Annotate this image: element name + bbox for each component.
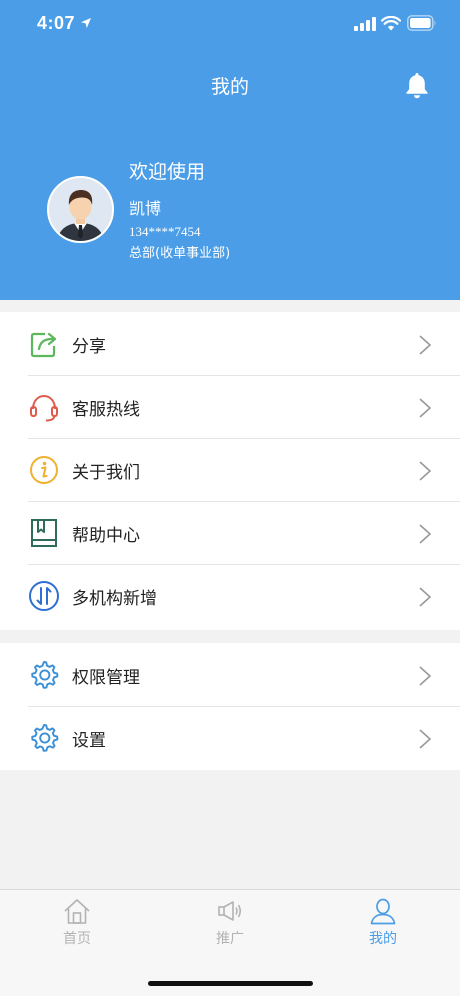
user-name: 凯博 bbox=[129, 199, 162, 218]
menu-card-secondary: 权限管理 设置 bbox=[0, 643, 460, 770]
signal-icon bbox=[354, 17, 376, 31]
info-icon bbox=[30, 456, 58, 484]
menu-item-about[interactable]: 关于我们 bbox=[0, 438, 460, 501]
avatar[interactable] bbox=[47, 176, 114, 243]
chevron-right-icon bbox=[419, 398, 432, 418]
menu-item-help[interactable]: 帮助中心 bbox=[0, 501, 460, 564]
megaphone-icon bbox=[218, 901, 242, 921]
chevron-right-icon bbox=[419, 461, 432, 481]
menu-label-settings: 设置 bbox=[72, 731, 106, 751]
menu-item-settings[interactable]: 设置 bbox=[0, 706, 460, 769]
profile-header: 4:07 我的 欢迎使用 凯博 134****7454 总部(收单事业部) bbox=[0, 0, 460, 300]
home-indicator[interactable] bbox=[148, 981, 313, 986]
user-icon bbox=[370, 898, 396, 925]
welcome-text: 欢迎使用 bbox=[129, 161, 206, 183]
share-icon bbox=[30, 332, 57, 358]
menu-label-help: 帮助中心 bbox=[72, 526, 140, 546]
tab-promotion[interactable]: 推广 bbox=[190, 896, 270, 952]
wifi-icon bbox=[381, 16, 401, 31]
menu-item-multi-org[interactable]: 多机构新增 bbox=[0, 564, 460, 627]
menu-item-hotline[interactable]: 客服热线 bbox=[0, 375, 460, 438]
menu-card-primary: 分享 客服热线 关于我们 帮助中心 多机构新增 bbox=[0, 312, 460, 630]
gear-icon bbox=[31, 724, 59, 752]
tab-label-promotion: 推广 bbox=[216, 931, 244, 947]
menu-label-about: 关于我们 bbox=[72, 463, 140, 483]
menu-item-permissions[interactable]: 权限管理 bbox=[0, 643, 460, 706]
location-arrow-icon bbox=[81, 18, 91, 28]
transfer-icon bbox=[29, 581, 59, 611]
user-department: 总部(收单事业部) bbox=[129, 246, 231, 261]
tab-home[interactable]: 首页 bbox=[37, 896, 117, 952]
bell-icon[interactable] bbox=[402, 70, 432, 100]
battery-icon bbox=[407, 15, 436, 31]
tab-mine[interactable]: 我的 bbox=[343, 896, 423, 952]
tab-label-home: 首页 bbox=[63, 931, 91, 947]
user-phone: 134****7454 bbox=[129, 224, 201, 239]
menu-label-permissions: 权限管理 bbox=[72, 668, 140, 688]
chevron-right-icon bbox=[419, 587, 432, 607]
status-bar: 4:07 bbox=[0, 0, 460, 50]
book-icon bbox=[31, 519, 57, 547]
home-icon bbox=[64, 899, 90, 924]
chevron-right-icon bbox=[419, 729, 432, 749]
menu-label-multi-org: 多机构新增 bbox=[72, 589, 157, 609]
headset-icon bbox=[30, 394, 58, 422]
page-title: 我的 bbox=[210, 76, 249, 98]
gear-icon bbox=[31, 661, 59, 689]
status-time: 4:07 bbox=[37, 13, 76, 33]
menu-label-hotline: 客服热线 bbox=[72, 400, 140, 420]
chevron-right-icon bbox=[419, 335, 432, 355]
menu-label-share: 分享 bbox=[72, 337, 106, 357]
chevron-right-icon bbox=[419, 524, 432, 544]
tab-label-mine: 我的 bbox=[369, 931, 397, 947]
chevron-right-icon bbox=[419, 666, 432, 686]
menu-item-share[interactable]: 分享 bbox=[0, 312, 460, 375]
tab-bar: 首页 推广 我的 bbox=[0, 889, 460, 996]
avatar-illustration bbox=[49, 178, 112, 241]
screen: 4:07 我的 欢迎使用 凯博 134****7454 总部(收单事业部) 分享… bbox=[0, 0, 460, 996]
